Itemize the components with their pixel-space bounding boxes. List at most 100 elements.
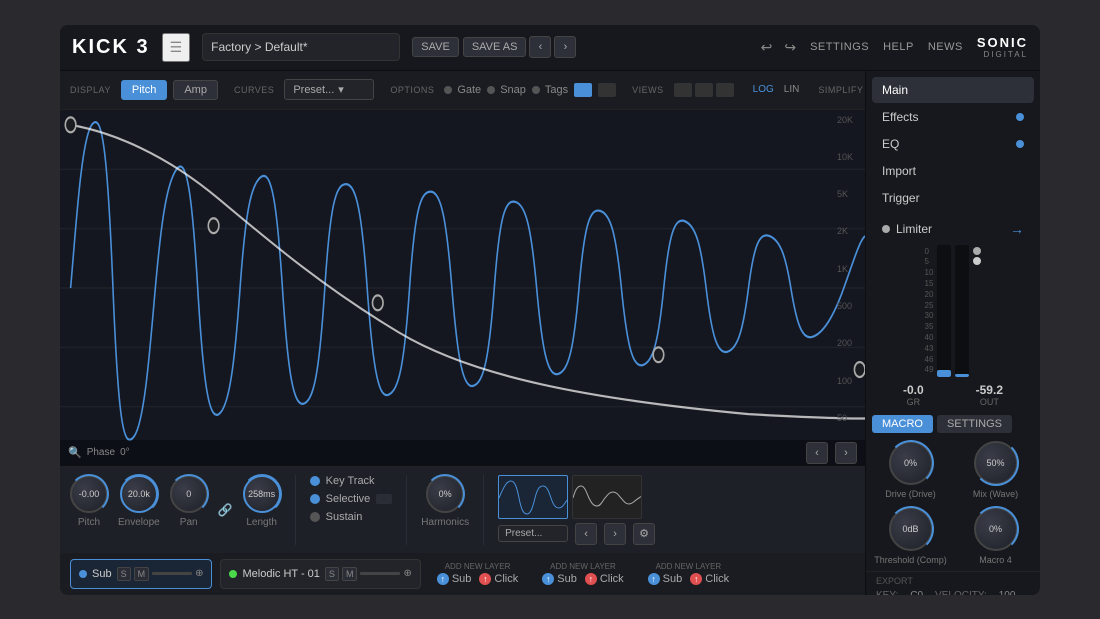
undo-button[interactable]: ↩ [757, 37, 777, 58]
sustain-dot[interactable] [310, 512, 320, 522]
limiter-arrow[interactable]: → [1010, 221, 1024, 237]
add-click-3[interactable]: ↑ Click [690, 573, 729, 585]
tags-toggle[interactable]: Tags [532, 84, 568, 96]
key-track-dot[interactable] [310, 476, 320, 486]
length-knob[interactable]: 258ms [243, 475, 281, 513]
waveform-preset-dropdown[interactable]: Preset... [498, 525, 568, 542]
settings-link[interactable]: SETTINGS [810, 41, 869, 53]
pan-knob[interactable]: 0 [170, 475, 208, 513]
pan-label: Pan [180, 517, 198, 528]
news-link[interactable]: News [928, 41, 963, 53]
pitch-knob[interactable]: -0.00 [70, 475, 108, 513]
nav-main[interactable]: Main [872, 77, 1034, 103]
layer-melodic-s[interactable]: S [325, 567, 339, 581]
selective-toggle[interactable]: Selective [310, 493, 393, 505]
toggle-group: Key Track Selective Sustain [310, 475, 408, 545]
add-sub-3[interactable]: ↑ Sub [648, 573, 683, 585]
add-sub-icon-2: ↑ [542, 573, 554, 585]
next-button[interactable]: › [554, 36, 576, 58]
layers-row: Sub S M ⊕ Melodic HT - 01 S M [60, 553, 865, 595]
pitch-tab[interactable]: Pitch [121, 80, 167, 100]
nav-trigger[interactable]: Trigger [872, 185, 1034, 211]
view-box-3[interactable] [716, 83, 734, 97]
mix-knob[interactable]: 50% [974, 441, 1018, 485]
add-click-1[interactable]: ↑ Click [479, 573, 518, 585]
menu-button[interactable]: ☰ [162, 33, 191, 62]
layer-melodic-extra[interactable]: ⊕ [403, 568, 411, 579]
nav-effects[interactable]: Effects [872, 104, 1034, 130]
harmonics-label: Harmonics [421, 517, 469, 528]
canvas-next[interactable]: › [835, 442, 857, 464]
prev-button[interactable]: ‹ [529, 36, 551, 58]
lin-button[interactable]: LIN [781, 83, 803, 96]
limiter-dot[interactable] [882, 225, 890, 233]
waveform-preview-2[interactable] [572, 475, 642, 519]
mix-label: Mix (Wave) [973, 489, 1018, 499]
waveform-settings[interactable]: ⚙ [633, 523, 655, 545]
canvas-prev[interactable]: ‹ [806, 442, 828, 464]
limiter-dot-2[interactable] [973, 247, 981, 255]
layer-sub-extra[interactable]: ⊕ [195, 568, 203, 579]
layer-sub[interactable]: Sub S M ⊕ [70, 559, 212, 589]
simplify-label: SIMPLIFY [818, 85, 863, 95]
drive-knob[interactable]: 0% [889, 441, 933, 485]
canvas-nav: ‹ › [803, 442, 857, 464]
effects-indicator [1016, 113, 1024, 121]
harmonics-knob[interactable]: 0% [426, 475, 464, 513]
snap-dot[interactable] [487, 86, 495, 94]
add-sub-1[interactable]: ↑ Sub [437, 573, 472, 585]
waveform-preview-1[interactable] [498, 475, 568, 519]
settings-tab[interactable]: SETTINGS [937, 415, 1012, 433]
help-link[interactable]: HELP [883, 41, 914, 53]
add-sub-2[interactable]: ↑ Sub [542, 573, 577, 585]
macro4-ring [973, 506, 1019, 552]
macro4-knob[interactable]: 0% [974, 507, 1018, 551]
redo-button[interactable]: ↪ [780, 37, 800, 58]
add-click-2[interactable]: ↑ Click [585, 573, 624, 585]
sustain-toggle[interactable]: Sustain [310, 511, 393, 523]
add-layer-group-3: ADD NEW LAYER ↑ Sub ↑ Click [640, 562, 737, 585]
selective-dot[interactable] [310, 494, 320, 504]
save-as-button[interactable]: SAVE AS [463, 37, 527, 57]
key-track-toggle[interactable]: Key Track [310, 475, 393, 487]
macro-tab[interactable]: MACRO [872, 415, 933, 433]
snap-toggle[interactable]: Snap [487, 84, 526, 96]
view-box-2[interactable] [695, 83, 713, 97]
view-toggle-1[interactable] [574, 83, 592, 97]
waveform-next[interactable]: › [604, 523, 626, 545]
waveform-previews [498, 475, 655, 519]
threshold-knob[interactable]: 0dB [889, 507, 933, 551]
envelope-knob[interactable]: 20.0k [120, 475, 158, 513]
waveform-prev[interactable]: ‹ [575, 523, 597, 545]
macro-threshold: 0dB Threshold (Comp) [872, 507, 949, 565]
layer-melodic-name: Melodic HT - 01 [242, 568, 319, 580]
tags-dot[interactable] [532, 86, 540, 94]
gate-dot[interactable] [444, 86, 452, 94]
amp-tab[interactable]: Amp [173, 80, 218, 100]
gate-toggle[interactable]: Gate [444, 84, 481, 96]
preset-row: Preset... ‹ › ⚙ [498, 523, 655, 545]
layer-sub-m[interactable]: M [134, 567, 150, 581]
limiter-dot-3[interactable] [973, 257, 981, 265]
layer-melodic-m[interactable]: M [342, 567, 358, 581]
layer-sub-slider[interactable] [152, 572, 192, 575]
selective-icon[interactable] [376, 494, 392, 504]
harmonics-section: 0% Harmonics [421, 475, 484, 545]
envelope-label: Envelope [118, 517, 160, 528]
options-label: OPTIONS [390, 85, 434, 95]
curves-dropdown[interactable]: Preset... ▾ [284, 79, 374, 100]
nav-eq[interactable]: EQ [872, 131, 1034, 157]
log-button[interactable]: LOG [750, 83, 777, 96]
view-box-1[interactable] [674, 83, 692, 97]
nav-import[interactable]: Import [872, 158, 1034, 184]
meter-area: 0 5 10 15 20 25 30 35 40 43 46 49 [872, 241, 1034, 381]
layer-melodic-slider[interactable] [360, 572, 400, 575]
limiter-label: Limiter [896, 222, 932, 236]
layer-melodic[interactable]: Melodic HT - 01 S M ⊕ [220, 559, 420, 589]
save-button[interactable]: SAVE [412, 37, 459, 57]
layer-melodic-controls: S M ⊕ [325, 567, 412, 581]
zoom-icon[interactable]: 🔍 [68, 446, 82, 459]
sonic-text: SONIC [977, 35, 1028, 50]
layer-sub-s[interactable]: S [117, 567, 131, 581]
view-toggle-2[interactable] [598, 83, 616, 97]
